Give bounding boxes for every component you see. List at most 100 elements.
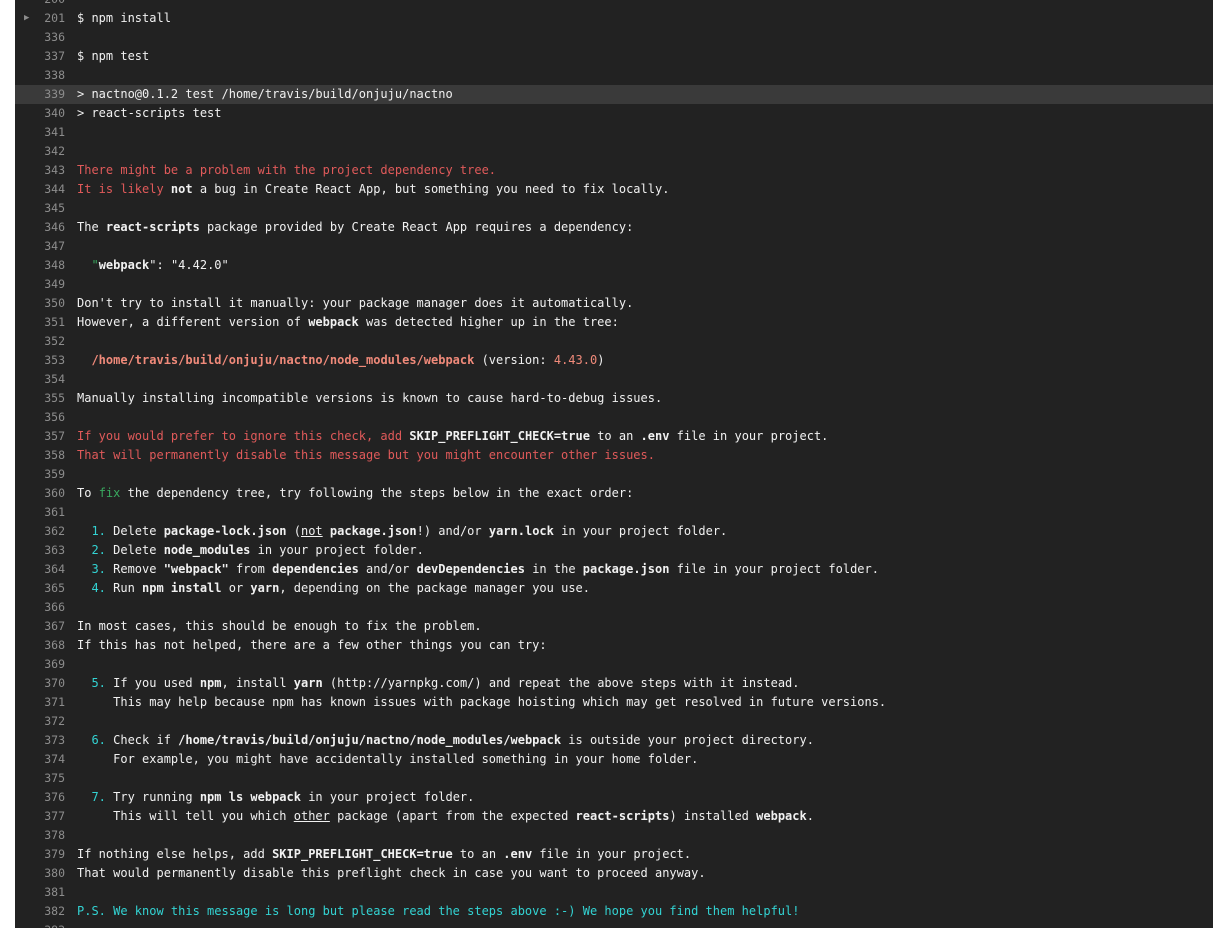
log-line[interactable]: 341 bbox=[15, 123, 1213, 142]
log-line[interactable]: 338 bbox=[15, 66, 1213, 85]
line-number-link[interactable]: 363 bbox=[33, 541, 65, 560]
line-number-link[interactable]: 367 bbox=[33, 617, 65, 636]
log-line[interactable]: 356 bbox=[15, 408, 1213, 427]
line-number-link[interactable]: 380 bbox=[33, 864, 65, 883]
log-line[interactable]: 368 If this has not helped, there are a f… bbox=[15, 636, 1213, 655]
log-line[interactable]: 336 bbox=[15, 28, 1213, 47]
line-number-link[interactable]: 365 bbox=[33, 579, 65, 598]
log-line[interactable]: 358 That will permanently disable this me… bbox=[15, 446, 1213, 465]
log-line[interactable]: 382 P.S. We know this message is long but… bbox=[15, 902, 1213, 921]
log-line[interactable]: 383 bbox=[15, 921, 1213, 928]
line-number-link[interactable]: 356 bbox=[33, 408, 65, 427]
log-line[interactable]: ▶ 201 $ npm install bbox=[15, 9, 1213, 28]
log-line[interactable]: 380 That would permanently disable this p… bbox=[15, 864, 1213, 883]
log-line[interactable]: 362 1. Delete package-lock.json (not pac… bbox=[15, 522, 1213, 541]
line-number-link[interactable]: 201 bbox=[33, 9, 65, 28]
log-line[interactable]: 366 bbox=[15, 598, 1213, 617]
line-number-link[interactable]: 341 bbox=[33, 123, 65, 142]
line-number-link[interactable]: 349 bbox=[33, 275, 65, 294]
line-number-link[interactable]: 375 bbox=[33, 769, 65, 788]
log-line[interactable]: 361 bbox=[15, 503, 1213, 522]
log-line[interactable]: 370 5. If you used npm, install yarn (ht… bbox=[15, 674, 1213, 693]
log-line[interactable]: 339 > nactno@0.1.2 test /home/travis/buil… bbox=[15, 85, 1213, 104]
log-line[interactable]: 354 bbox=[15, 370, 1213, 389]
log-line[interactable]: 379 If nothing else helps, add SKIP_PREFL… bbox=[15, 845, 1213, 864]
line-number-link[interactable]: 361 bbox=[33, 503, 65, 522]
line-number-link[interactable]: 339 bbox=[33, 85, 65, 104]
line-number-link[interactable]: 360 bbox=[33, 484, 65, 503]
line-number-link[interactable]: 379 bbox=[33, 845, 65, 864]
line-number-link[interactable]: 369 bbox=[33, 655, 65, 674]
line-number-link[interactable]: 346 bbox=[33, 218, 65, 237]
line-number-link[interactable]: 366 bbox=[33, 598, 65, 617]
log-line[interactable]: 347 bbox=[15, 237, 1213, 256]
log-line[interactable]: 377 This will tell you which other packa… bbox=[15, 807, 1213, 826]
log-line[interactable]: 363 2. Delete node_modules in your proje… bbox=[15, 541, 1213, 560]
line-number-link[interactable]: 382 bbox=[33, 902, 65, 921]
line-number-link[interactable]: 362 bbox=[33, 522, 65, 541]
log-line[interactable]: 381 bbox=[15, 883, 1213, 902]
line-number-link[interactable]: 383 bbox=[33, 921, 65, 928]
log-line[interactable]: 345 bbox=[15, 199, 1213, 218]
log-line[interactable]: 374 For example, you might have accident… bbox=[15, 750, 1213, 769]
line-number-link[interactable]: 352 bbox=[33, 332, 65, 351]
log-line[interactable]: 337 $ npm test bbox=[15, 47, 1213, 66]
line-number-link[interactable]: 200 bbox=[33, 0, 65, 9]
line-number-link[interactable]: 374 bbox=[33, 750, 65, 769]
log-line[interactable]: 355 Manually installing incompatible vers… bbox=[15, 389, 1213, 408]
line-number-link[interactable]: 358 bbox=[33, 446, 65, 465]
log-line[interactable]: 352 bbox=[15, 332, 1213, 351]
line-number-link[interactable]: 368 bbox=[33, 636, 65, 655]
line-number-link[interactable]: 378 bbox=[33, 826, 65, 845]
line-number-link[interactable]: 342 bbox=[33, 142, 65, 161]
line-number-link[interactable]: 343 bbox=[33, 161, 65, 180]
log-line[interactable]: 378 bbox=[15, 826, 1213, 845]
log-line[interactable]: 371 This may help because npm has known … bbox=[15, 693, 1213, 712]
log-line[interactable]: 353 /home/travis/build/onjuju/nactno/nod… bbox=[15, 351, 1213, 370]
line-number-link[interactable]: 340 bbox=[33, 104, 65, 123]
log-line[interactable]: 351 However, a different version of webpa… bbox=[15, 313, 1213, 332]
line-number-link[interactable]: 355 bbox=[33, 389, 65, 408]
log-line[interactable]: 348 "webpack": "4.42.0" bbox=[15, 256, 1213, 275]
log-line[interactable]: 367 In most cases, this should be enough … bbox=[15, 617, 1213, 636]
line-number-link[interactable]: 377 bbox=[33, 807, 65, 826]
log-line[interactable]: 200 bbox=[15, 0, 1213, 9]
log-line[interactable]: 376 7. Try running npm ls webpack in you… bbox=[15, 788, 1213, 807]
line-number-link[interactable]: 350 bbox=[33, 294, 65, 313]
line-number-link[interactable]: 354 bbox=[33, 370, 65, 389]
line-number-link[interactable]: 348 bbox=[33, 256, 65, 275]
log-line[interactable]: 359 bbox=[15, 465, 1213, 484]
log-line[interactable]: 346 The react-scripts package provided by… bbox=[15, 218, 1213, 237]
line-number-link[interactable]: 376 bbox=[33, 788, 65, 807]
line-number-link[interactable]: 353 bbox=[33, 351, 65, 370]
line-number-link[interactable]: 373 bbox=[33, 731, 65, 750]
line-number-link[interactable]: 371 bbox=[33, 693, 65, 712]
line-number-link[interactable]: 364 bbox=[33, 560, 65, 579]
log-line[interactable]: 349 bbox=[15, 275, 1213, 294]
line-number-link[interactable]: 338 bbox=[33, 66, 65, 85]
line-number-link[interactable]: 370 bbox=[33, 674, 65, 693]
line-number-link[interactable]: 344 bbox=[33, 180, 65, 199]
log-line[interactable]: 360 To fix the dependency tree, try follo… bbox=[15, 484, 1213, 503]
line-number-link[interactable]: 336 bbox=[33, 28, 65, 47]
log-line[interactable]: 343 There might be a problem with the pro… bbox=[15, 161, 1213, 180]
log-line[interactable]: 365 4. Run npm install or yarn, dependin… bbox=[15, 579, 1213, 598]
log-line[interactable]: 350 Don't try to install it manually: you… bbox=[15, 294, 1213, 313]
line-number-link[interactable]: 347 bbox=[33, 237, 65, 256]
log-line[interactable]: 344 It is likely not a bug in Create Reac… bbox=[15, 180, 1213, 199]
line-number-link[interactable]: 345 bbox=[33, 199, 65, 218]
line-number-link[interactable]: 337 bbox=[33, 47, 65, 66]
line-number-link[interactable]: 381 bbox=[33, 883, 65, 902]
line-number-link[interactable]: 372 bbox=[33, 712, 65, 731]
log-line[interactable]: 373 6. Check if /home/travis/build/onjuj… bbox=[15, 731, 1213, 750]
log-line[interactable]: 357 If you would prefer to ignore this ch… bbox=[15, 427, 1213, 446]
log-line[interactable]: 342 bbox=[15, 142, 1213, 161]
log-line[interactable]: 364 3. Remove "webpack" from dependencie… bbox=[15, 560, 1213, 579]
log-line[interactable]: 340 > react-scripts test bbox=[15, 104, 1213, 123]
log-line[interactable]: 372 bbox=[15, 712, 1213, 731]
log-line[interactable]: 375 bbox=[15, 769, 1213, 788]
log-line[interactable]: 369 bbox=[15, 655, 1213, 674]
line-number-link[interactable]: 357 bbox=[33, 427, 65, 446]
line-number-link[interactable]: 359 bbox=[33, 465, 65, 484]
line-number-link[interactable]: 351 bbox=[33, 313, 65, 332]
